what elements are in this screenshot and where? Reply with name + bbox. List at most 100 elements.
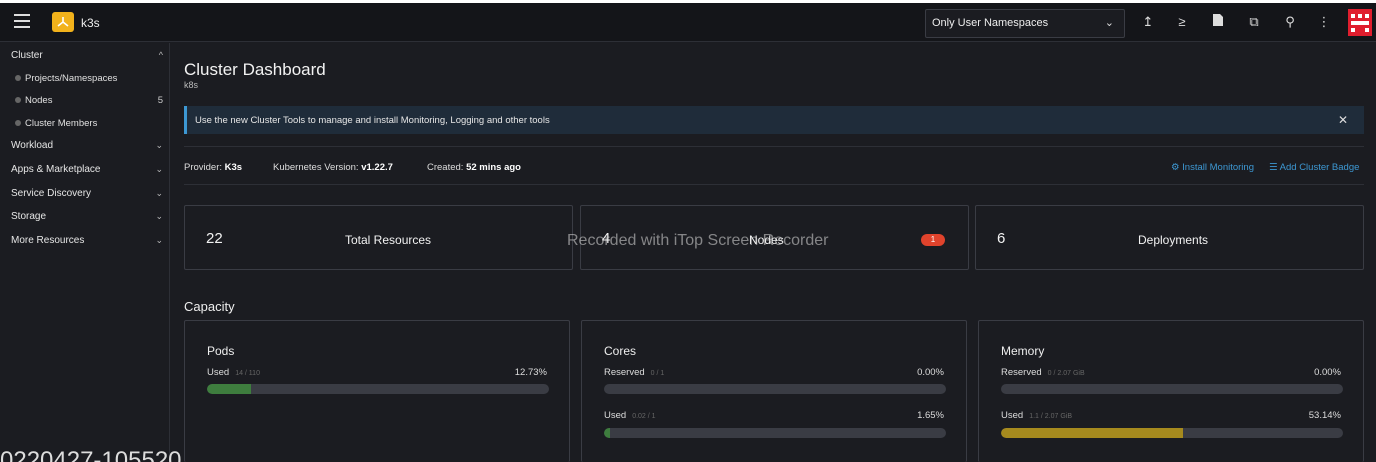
created-value: 52 mins ago bbox=[466, 162, 521, 173]
menu-icon[interactable] bbox=[14, 14, 30, 28]
terminal-icon[interactable]: ≥ bbox=[1173, 13, 1191, 31]
used-fraction: 14 / 110 bbox=[235, 370, 260, 377]
used-label: Used bbox=[604, 410, 627, 421]
provider-label: Provider: bbox=[184, 162, 223, 173]
bullet-icon bbox=[15, 75, 21, 81]
chevron-down-icon: ⌄ bbox=[155, 140, 163, 150]
sidebar-item-projects-namespaces[interactable]: Projects/Namespaces bbox=[15, 73, 163, 84]
card-count: 6 bbox=[997, 230, 1006, 247]
reserved-percent: 0.00% bbox=[917, 367, 944, 378]
provider-info: Provider: K3s bbox=[184, 162, 242, 173]
gauge-used-label: Used 14 / 110 bbox=[207, 367, 260, 378]
chevron-down-icon: ⌄ bbox=[155, 211, 163, 221]
chevron-down-icon: ⌄ bbox=[1104, 17, 1114, 29]
sidebar-group-label: Cluster bbox=[11, 50, 43, 61]
card-label: Total Resources bbox=[345, 233, 432, 247]
banner-text: Use the new Cluster Tools to manage and … bbox=[195, 115, 550, 126]
upload-icon[interactable]: ↥ bbox=[1139, 13, 1157, 31]
copy-icon[interactable]: ⧉ bbox=[1245, 13, 1263, 31]
cores-reserved-bar bbox=[604, 384, 946, 394]
sidebar-group-storage[interactable]: Storage ⌄ bbox=[11, 211, 163, 222]
namespace-filter-select[interactable]: Only User Namespaces ⌄ bbox=[925, 9, 1125, 38]
chevron-down-icon: ⌄ bbox=[155, 188, 163, 198]
created-info: Created: 52 mins ago bbox=[427, 162, 521, 173]
sidebar-group-label: More Resources bbox=[11, 235, 85, 246]
close-icon[interactable]: ✕ bbox=[1338, 113, 1348, 127]
kubernetes-version-value: v1.22.7 bbox=[361, 162, 393, 173]
used-fraction: 0.02 / 1 bbox=[632, 413, 656, 420]
install-monitoring-link[interactable]: ⚙ Install Monitoring bbox=[1171, 162, 1254, 173]
gauge-reserved-label: Reserved 0 / 2.07 GiB bbox=[1001, 367, 1085, 378]
capacity-heading: Capacity bbox=[184, 299, 235, 314]
recording-timestamp-overlay: 0220427-105520 bbox=[0, 447, 182, 462]
more-vert-icon[interactable]: ⋮ bbox=[1315, 13, 1333, 31]
provider-value: K3s bbox=[224, 162, 243, 173]
reserved-percent: 0.00% bbox=[1314, 367, 1341, 378]
page-title: Cluster Dashboard bbox=[184, 60, 326, 79]
created-label: Created: bbox=[427, 162, 464, 173]
cores-used-fill bbox=[604, 428, 610, 438]
gauge-reserved-label: Reserved 0 / 1 bbox=[604, 367, 664, 378]
sidebar: Cluster ^ Projects/Namespaces Nodes 5 Cl… bbox=[0, 43, 170, 462]
sidebar-item-label: Cluster Members bbox=[25, 118, 98, 129]
kubernetes-version-label: Kubernetes Version: bbox=[273, 162, 359, 173]
sidebar-group-service-discovery[interactable]: Service Discovery ⌄ bbox=[11, 188, 163, 199]
gear-icon: ⚙ bbox=[1171, 162, 1180, 173]
total-resources-card[interactable]: 22 Total Resources bbox=[184, 205, 573, 270]
chevron-up-icon: ^ bbox=[158, 50, 163, 60]
namespace-filter-value: Only User Namespaces bbox=[932, 17, 1049, 29]
sidebar-group-workload[interactable]: Workload ⌄ bbox=[11, 140, 163, 151]
sidebar-group-label: Storage bbox=[11, 211, 47, 222]
gauge-title: Cores bbox=[604, 344, 637, 358]
sidebar-group-more-resources[interactable]: More Resources ⌄ bbox=[11, 235, 163, 246]
gauge-title: Memory bbox=[1001, 344, 1045, 358]
sidebar-group-label: Apps & Marketplace bbox=[11, 164, 101, 175]
add-cluster-badge-link[interactable]: ☰ Add Cluster Badge bbox=[1269, 162, 1359, 173]
bullet-icon bbox=[15, 120, 21, 126]
top-bar: k3s Only User Namespaces ⌄ ↥ ≥ ⧉ ⚲ ⋮ bbox=[0, 0, 1376, 42]
card-label: Deployments bbox=[1138, 233, 1209, 247]
reserved-fraction: 0 / 1 bbox=[650, 370, 665, 377]
sidebar-group-apps-marketplace[interactable]: Apps & Marketplace ⌄ bbox=[11, 164, 163, 175]
chevron-down-icon: ⌄ bbox=[155, 164, 163, 174]
search-icon[interactable]: ⚲ bbox=[1281, 13, 1299, 31]
add-cluster-badge-label: Add Cluster Badge bbox=[1279, 162, 1360, 173]
divider bbox=[184, 184, 1364, 185]
file-icon[interactable] bbox=[1209, 13, 1227, 31]
deployments-card[interactable]: 6 Deployments bbox=[975, 205, 1364, 270]
alert-badge: 1 bbox=[921, 234, 945, 246]
sidebar-group-cluster[interactable]: Cluster ^ bbox=[11, 50, 163, 61]
cores-used-bar bbox=[604, 428, 946, 438]
gauge-title: Pods bbox=[207, 344, 235, 358]
used-percent: 12.73% bbox=[514, 367, 547, 378]
info-banner: Use the new Cluster Tools to manage and … bbox=[184, 106, 1364, 134]
page-subtitle: k8s bbox=[184, 80, 199, 90]
gauge-used-label: Used 1.1 / 2.07 GiB bbox=[1001, 410, 1072, 421]
install-monitoring-label: Install Monitoring bbox=[1182, 162, 1254, 173]
used-label: Used bbox=[207, 367, 230, 378]
pods-used-fill bbox=[207, 384, 251, 394]
memory-used-fill bbox=[1001, 428, 1183, 438]
sidebar-item-label: Nodes bbox=[25, 95, 53, 106]
pods-used-bar bbox=[207, 384, 549, 394]
sidebar-item-label: Projects/Namespaces bbox=[25, 73, 118, 84]
reserved-label: Reserved bbox=[604, 367, 645, 378]
used-fraction: 1.1 / 2.07 GiB bbox=[1029, 413, 1072, 420]
sidebar-item-nodes[interactable]: Nodes 5 bbox=[15, 95, 163, 106]
memory-used-bar bbox=[1001, 428, 1343, 438]
used-percent: 53.14% bbox=[1308, 410, 1341, 421]
kubernetes-version-info: Kubernetes Version: v1.22.7 bbox=[273, 162, 393, 173]
cluster-name[interactable]: k3s bbox=[81, 16, 100, 30]
memory-reserved-bar bbox=[1001, 384, 1343, 394]
k3s-logo-icon bbox=[52, 12, 74, 32]
memory-gauge: Memory Reserved 0 / 2.07 GiB 0.00% Used 1.… bbox=[978, 320, 1364, 462]
reserved-label: Reserved bbox=[1001, 367, 1042, 378]
recorder-watermark: Recorded with iTop Screen Recorder bbox=[567, 232, 829, 249]
bullet-icon bbox=[15, 97, 21, 103]
sidebar-item-count: 5 bbox=[157, 95, 163, 106]
sidebar-item-cluster-members[interactable]: Cluster Members bbox=[15, 118, 163, 129]
sidebar-group-label: Service Discovery bbox=[11, 188, 92, 199]
gauge-used-label: Used 0.02 / 1 bbox=[604, 410, 656, 421]
avatar[interactable] bbox=[1348, 9, 1372, 36]
list-icon: ☰ bbox=[1269, 162, 1278, 173]
